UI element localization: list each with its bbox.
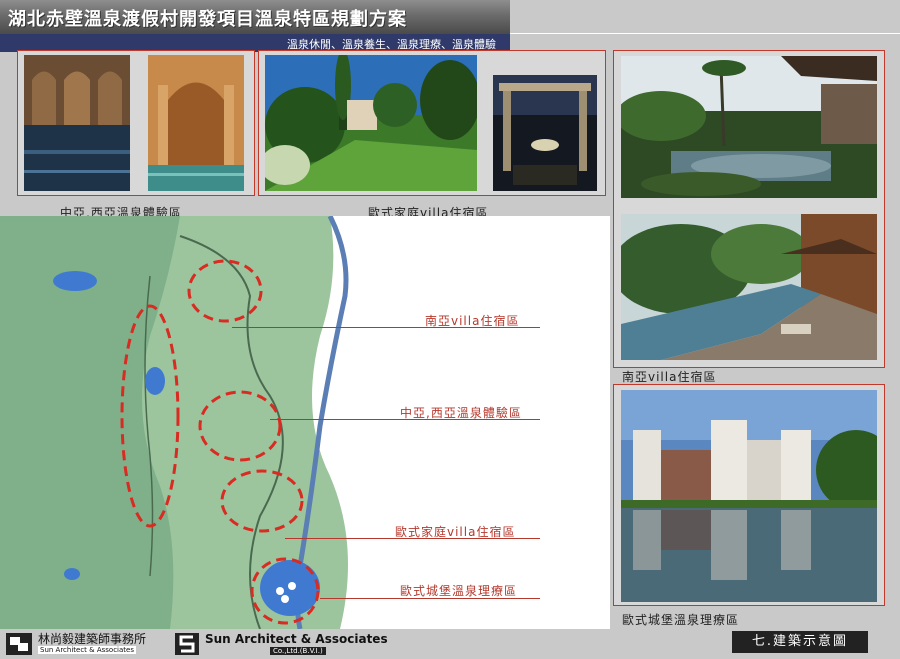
firm-name-en-small: Sun Architect & Associates	[38, 646, 136, 654]
photo-garden	[265, 55, 477, 191]
arched-bath-image	[148, 55, 244, 191]
photo-infinity-pool	[621, 214, 877, 360]
castle-image	[621, 390, 877, 602]
pergola-image	[493, 75, 597, 191]
infinity-pool-image	[621, 214, 877, 360]
photo-arched-bath	[148, 55, 244, 191]
divider	[510, 33, 900, 34]
sun-logo-icon	[175, 633, 199, 655]
photo-frame-central-west-asia	[17, 50, 255, 196]
photo-indoor-pool	[24, 55, 130, 191]
photo-tropical-pond	[621, 56, 877, 198]
photo-frame-south-asia	[613, 50, 885, 368]
page-title: 湖北赤壁溫泉渡假村開發項目溫泉特區規劃方案	[8, 9, 407, 30]
firm-name-zh: 林尚毅建築師事務所	[38, 632, 147, 646]
caption-castle: 歐式城堡溫泉理療區	[622, 613, 740, 627]
section-label: 七.建築示意圖	[732, 631, 868, 653]
tropical-pond-image	[621, 56, 877, 198]
callout-european-villa: 歐式家庭villa住宿區	[395, 525, 516, 539]
site-plan-image	[0, 216, 610, 629]
callout-castle: 歐式城堡溫泉理療區	[400, 584, 518, 598]
garden-image	[265, 55, 477, 191]
caption-south-asia-villa: 南亞villa住宿區	[622, 370, 717, 384]
callout-south-asia-villa: 南亞villa住宿區	[425, 314, 520, 328]
photo-castle	[621, 390, 877, 602]
photo-frame-castle	[613, 384, 885, 606]
firm-company-suffix: Co.,Ltd.(B.V.I.)	[270, 647, 326, 655]
firm-logo-icon	[6, 633, 32, 655]
photo-pergola	[493, 75, 597, 191]
callout-central-west-asia: 中亞,西亞溫泉體驗區	[400, 406, 522, 420]
firm-name-en: Sun Architect & Associates	[205, 632, 388, 646]
indoor-pool-image	[24, 55, 130, 191]
photo-frame-european-villa	[258, 50, 606, 196]
title-bar: 湖北赤壁溫泉渡假村開發項目溫泉特區規劃方案	[0, 0, 510, 34]
site-plan-map: 南亞villa住宿區 中亞,西亞溫泉體驗區 歐式家庭villa住宿區 歐式城堡溫…	[0, 216, 610, 629]
